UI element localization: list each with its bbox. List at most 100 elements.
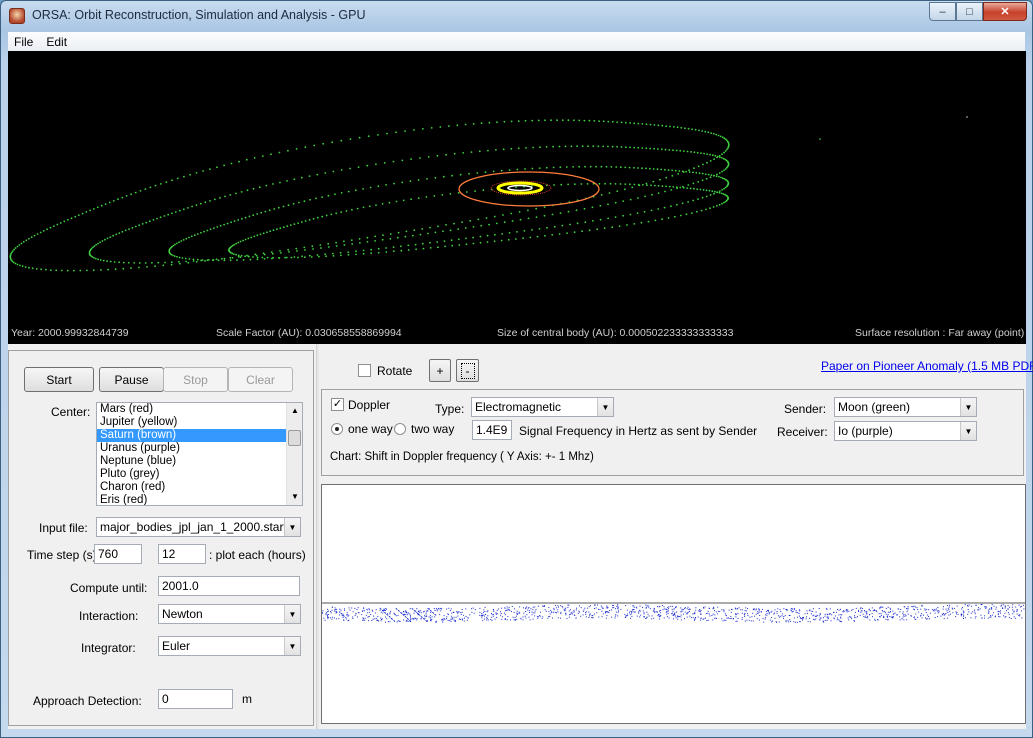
clear-button[interactable]: Clear (228, 367, 293, 392)
center-list-item[interactable]: Jupiter (yellow) (97, 416, 302, 429)
doppler-point (819, 617, 821, 619)
doppler-point (723, 619, 725, 621)
doppler-checkbox[interactable]: ✓ (331, 398, 344, 411)
panel-splitter[interactable] (316, 344, 319, 729)
doppler-point (612, 604, 614, 606)
orbit-3d-view[interactable]: Year: 2000.99932844739 Scale Factor (AU)… (8, 51, 1026, 344)
orbit-dot (260, 211, 263, 214)
orbit-dot (607, 120, 610, 123)
doppler-point (617, 611, 619, 613)
plot-each-input[interactable]: 12 (158, 544, 206, 564)
center-list-item[interactable]: Saturn (brown) (97, 429, 286, 442)
menu-edit[interactable]: Edit (40, 35, 74, 49)
doppler-point (694, 611, 696, 613)
doppler-point (920, 614, 922, 616)
orbit-dot (377, 247, 380, 250)
menu-file[interactable]: File (8, 35, 40, 49)
zoom-in-button[interactable]: + (429, 359, 451, 382)
doppler-point (824, 613, 826, 615)
doppler-panel: ✓ Doppler Type: Electromagnetic ▼ Sender… (321, 389, 1024, 476)
chevron-down-icon[interactable]: ▼ (960, 398, 976, 416)
orbit-dot (633, 166, 635, 169)
orbit-dot (415, 248, 417, 251)
center-listbox[interactable]: Mars (red) Jupiter (yellow) Saturn (brown)… (96, 402, 303, 506)
doppler-point (712, 613, 714, 615)
scroll-down-icon[interactable]: ▼ (287, 489, 302, 505)
center-list-item[interactable]: Pluto (grey) (97, 468, 302, 481)
start-button[interactable]: Start (24, 367, 94, 392)
doppler-point (866, 617, 868, 618)
doppler-point (640, 614, 642, 616)
doppler-point (1000, 605, 1002, 607)
doppler-point (420, 612, 422, 614)
title-bar[interactable]: ORSA: Orbit Reconstruction, Simulation a… (1, 1, 1032, 31)
zoom-out-button[interactable]: - (456, 359, 479, 382)
doppler-point (547, 617, 549, 619)
orbit-dot (308, 254, 311, 257)
receiver-select[interactable]: Io (purple) ▼ (834, 421, 977, 441)
scroll-thumb[interactable] (288, 430, 301, 446)
type-select[interactable]: Electromagnetic ▼ (471, 397, 614, 417)
doppler-point (1012, 604, 1014, 606)
scroll-up-icon[interactable]: ▲ (287, 403, 302, 419)
pioneer-paper-link[interactable]: Paper on Pioneer Anomaly (1.5 MB PDF)... (821, 359, 1033, 373)
doppler-point (429, 617, 431, 619)
stop-button[interactable]: Stop (163, 367, 228, 392)
doppler-point (611, 616, 613, 618)
doppler-point (491, 613, 492, 614)
doppler-point (802, 617, 804, 618)
time-step-input[interactable]: 760 (94, 544, 142, 564)
center-list-item[interactable]: Eris (red) (97, 494, 302, 505)
chevron-down-icon[interactable]: ▼ (284, 518, 300, 536)
center-scrollbar[interactable]: ▲ ▼ (286, 403, 302, 505)
orbit-dot (214, 198, 216, 201)
orbit-dot (633, 122, 636, 125)
integrator-select[interactable]: Euler ▼ (158, 636, 301, 656)
orbit-dot (527, 209, 529, 212)
doppler-point (378, 620, 380, 622)
doppler-point (899, 619, 901, 621)
doppler-point (658, 615, 660, 617)
doppler-point (493, 613, 495, 615)
doppler-point (450, 608, 452, 610)
pause-button[interactable]: Pause (99, 367, 164, 392)
center-list-item[interactable]: Charon (red) (97, 481, 302, 494)
interaction-select[interactable]: Newton ▼ (158, 604, 301, 624)
doppler-point (465, 608, 467, 610)
orbit-dot (331, 141, 334, 144)
doppler-point (560, 613, 562, 614)
maximize-button[interactable]: □ (956, 2, 983, 21)
doppler-point (677, 618, 679, 620)
doppler-point (948, 614, 950, 616)
orbit-dot (106, 260, 108, 262)
one-way-radio[interactable] (331, 423, 343, 435)
two-way-radio[interactable] (394, 423, 406, 435)
doppler-point (568, 610, 570, 612)
compute-until-input[interactable]: 2001.0 (158, 576, 300, 596)
chevron-down-icon[interactable]: ▼ (960, 422, 976, 440)
frequency-input[interactable]: 1.4E9 (472, 420, 512, 440)
minimize-button[interactable]: – (929, 2, 956, 21)
doppler-point (746, 619, 748, 621)
sender-select[interactable]: Moon (green) ▼ (834, 397, 977, 417)
approach-input[interactable]: 0 (158, 689, 233, 709)
close-button[interactable]: ✕ (983, 2, 1027, 21)
doppler-point (632, 611, 634, 613)
chevron-down-icon[interactable]: ▼ (284, 605, 300, 623)
doppler-point (389, 621, 391, 623)
center-list-item[interactable]: Neptune (blue) (97, 455, 302, 468)
orbit-dot (495, 222, 498, 225)
doppler-point (767, 611, 769, 613)
chevron-down-icon[interactable]: ▼ (597, 398, 613, 416)
center-list-item[interactable]: Mars (red) (97, 403, 302, 416)
orbit-dot (404, 235, 407, 238)
center-list-item[interactable]: Uranus (purple) (97, 442, 302, 455)
doppler-point (723, 611, 725, 613)
doppler-point (642, 610, 644, 612)
doppler-point (620, 608, 622, 610)
input-file-select[interactable]: major_bodies_jpl_jan_1_2000.start ▼ (96, 517, 301, 537)
orbit-dot (240, 191, 243, 193)
doppler-point (748, 619, 750, 621)
rotate-checkbox[interactable] (358, 364, 371, 377)
chevron-down-icon[interactable]: ▼ (284, 637, 300, 655)
